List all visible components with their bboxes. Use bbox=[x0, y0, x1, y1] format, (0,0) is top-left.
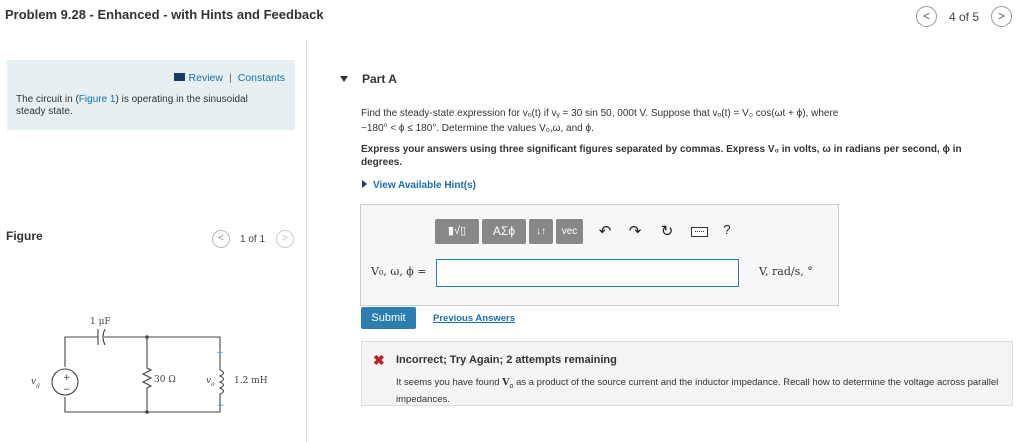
vo-label-sub: o bbox=[211, 381, 215, 388]
review-icon bbox=[173, 73, 185, 81]
review-links: Review | Constants bbox=[173, 72, 285, 84]
template-button[interactable]: ▮√▯ bbox=[435, 219, 479, 244]
problem-title: Problem 9.28 - Enhanced - with Hints and… bbox=[5, 7, 324, 22]
circuit-diagram: + − v g 1 μF 30 Ω + − v o 1.2 mH bbox=[31, 317, 268, 414]
part-title: Part A bbox=[362, 72, 397, 86]
answer-units: V, rad/s, ° bbox=[759, 265, 813, 278]
answer-panel: ▮√▯ ΑΣϕ ↓↑ vec ↶ ↷ ↻ ? V₀, ω, ϕ = V, rad… bbox=[360, 204, 839, 306]
question-text: Find the steady-state expression for vₒ(… bbox=[361, 106, 1001, 136]
capacitor-label: 1 μF bbox=[90, 317, 111, 327]
vector-button[interactable]: vec bbox=[556, 219, 583, 244]
resistor-label: 30 Ω bbox=[154, 375, 176, 385]
sort-button[interactable]: ↓↑ bbox=[529, 219, 553, 244]
source-plus: + bbox=[63, 373, 71, 383]
answer-label: V₀, ω, ϕ = bbox=[371, 265, 427, 278]
header: Problem 9.28 - Enhanced - with Hints and… bbox=[0, 0, 1024, 36]
previous-answers-link[interactable]: Previous Answers bbox=[433, 313, 515, 324]
help-icon[interactable]: ? bbox=[717, 222, 737, 237]
expand-icon bbox=[362, 180, 367, 188]
constants-link[interactable]: Constants bbox=[238, 72, 285, 84]
feedback-title: Incorrect; Try Again; 2 attempts remaini… bbox=[396, 354, 617, 366]
review-panel: Review | Constants The circuit in (Figure … bbox=[7, 60, 295, 130]
figure-pager: 1 of 1 bbox=[240, 234, 266, 245]
next-problem-button[interactable]: > bbox=[991, 6, 1012, 27]
hints-label: View Available Hint(s) bbox=[373, 180, 476, 191]
prev-problem-button[interactable]: < bbox=[916, 6, 937, 27]
figure-prev-button[interactable]: < bbox=[212, 230, 230, 248]
answer-input[interactable] bbox=[436, 259, 739, 287]
reset-icon[interactable]: ↻ bbox=[657, 222, 677, 240]
answer-instructions: Express your answers using three signifi… bbox=[361, 144, 962, 168]
feedback-text: It seems you have found Vo as a product … bbox=[396, 376, 1006, 406]
feedback-symbol: V bbox=[502, 377, 510, 388]
redo-icon[interactable]: ↷ bbox=[625, 222, 645, 240]
intro-text: The circuit in ( bbox=[16, 94, 79, 105]
vo-plus: + bbox=[216, 348, 224, 358]
question-line-2: −180° < ϕ ≤ 180°. Determine the values V… bbox=[361, 123, 594, 134]
vo-minus: − bbox=[217, 401, 225, 411]
review-link[interactable]: Review bbox=[189, 72, 223, 84]
keyboard-icon[interactable] bbox=[691, 227, 708, 237]
problem-pager: 4 of 5 bbox=[949, 10, 980, 24]
source-minus: − bbox=[63, 385, 71, 395]
feedback-panel: ✖ Incorrect; Try Again; 2 attempts remai… bbox=[361, 341, 1013, 406]
source-label-sub: g bbox=[36, 382, 40, 389]
inductor-label: 1.2 mH bbox=[234, 376, 268, 386]
undo-icon[interactable]: ↶ bbox=[595, 222, 615, 240]
collapse-icon[interactable] bbox=[340, 76, 348, 82]
question-line-1: Find the steady-state expression for vₒ(… bbox=[361, 108, 839, 119]
feedback-text-start: It seems you have found bbox=[396, 377, 503, 388]
figure-heading: Figure bbox=[6, 229, 43, 243]
greek-symbols-button[interactable]: ΑΣϕ bbox=[482, 219, 526, 244]
view-hints-link[interactable]: View Available Hint(s) bbox=[362, 180, 476, 191]
link-separator: | bbox=[228, 72, 232, 84]
figure-link[interactable]: Figure 1 bbox=[79, 94, 116, 105]
column-divider bbox=[306, 40, 307, 442]
submit-button[interactable]: Submit bbox=[361, 307, 416, 329]
figure-next-button[interactable]: > bbox=[276, 230, 294, 248]
problem-intro: The circuit in (Figure 1) is operating i… bbox=[16, 94, 276, 118]
error-icon: ✖ bbox=[373, 352, 385, 368]
